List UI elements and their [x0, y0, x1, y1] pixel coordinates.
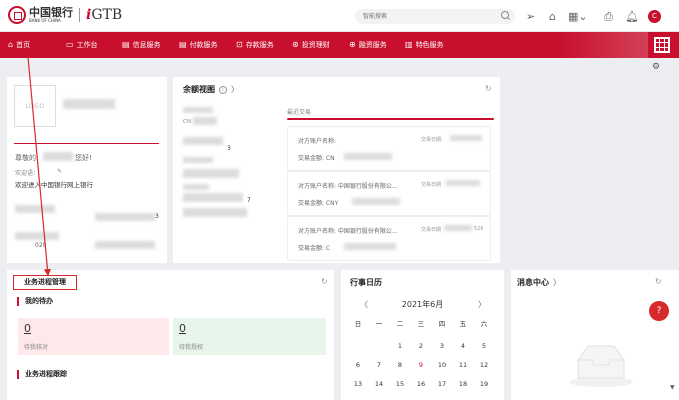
annotation-arrow: [27, 56, 52, 277]
